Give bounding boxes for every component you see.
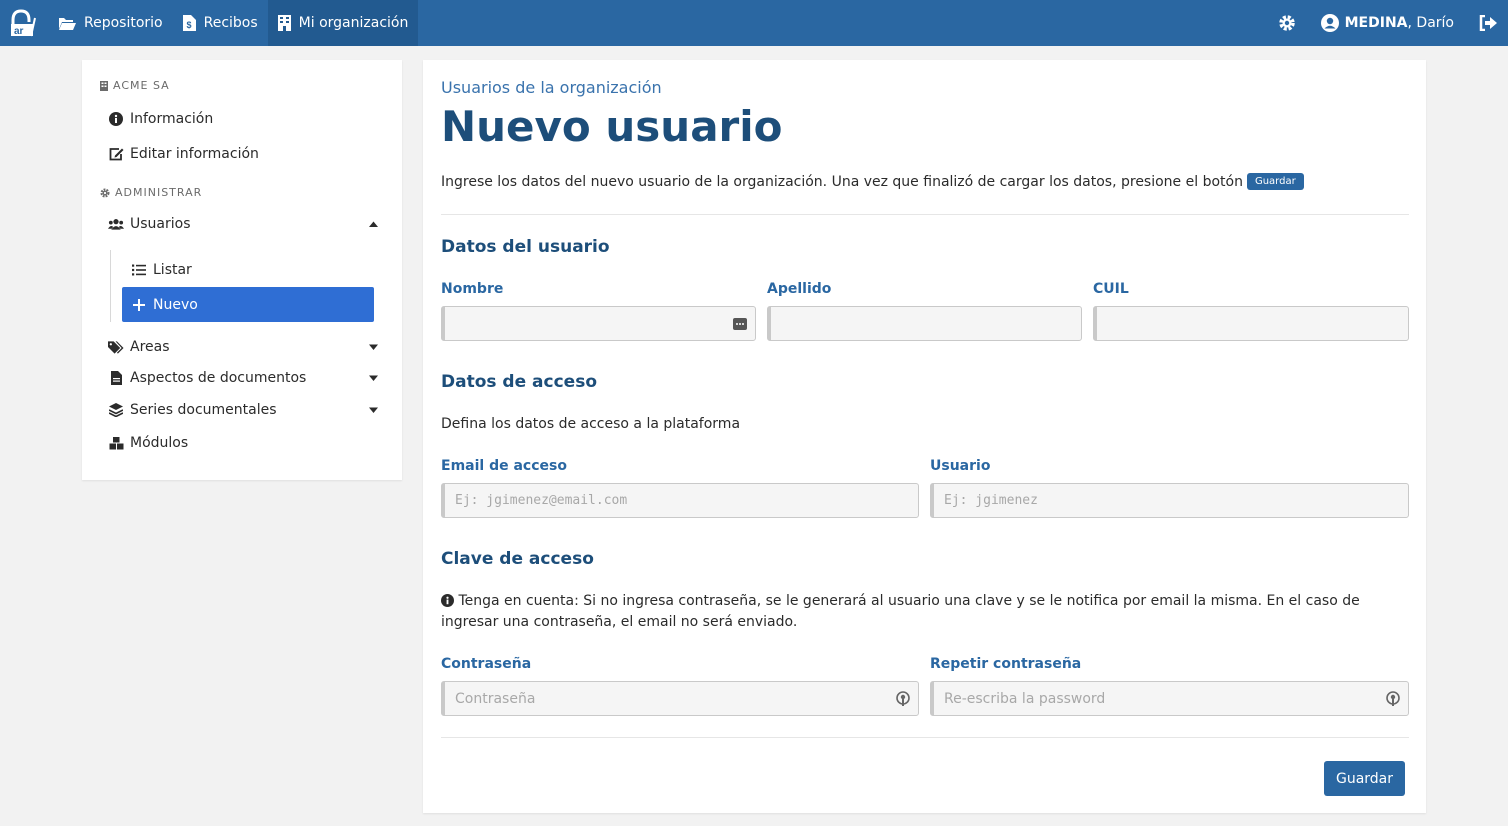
password-label: Contraseña bbox=[441, 656, 532, 672]
nav-recibos[interactable]: $ Recibos bbox=[173, 0, 268, 46]
page-title: Nuevo usuario bbox=[441, 102, 783, 151]
user-circle-icon bbox=[1320, 14, 1339, 32]
sidebar-item-label: Aspectos de documentos bbox=[130, 370, 307, 386]
user-firstname: , Darío bbox=[1407, 15, 1454, 31]
tags-icon bbox=[108, 340, 124, 354]
nombre-label: Nombre bbox=[441, 281, 504, 297]
divider bbox=[441, 737, 1409, 738]
cuil-input[interactable] bbox=[1093, 306, 1409, 341]
sidebar-subitem-label: Nuevo bbox=[153, 296, 198, 313]
file-alt-icon bbox=[110, 371, 122, 385]
intro-text: Ingrese los datos del nuevo usuario de l… bbox=[441, 173, 1304, 190]
email-placeholder: Ej: jgimenez@email.com bbox=[455, 493, 628, 508]
nav-label: Repositorio bbox=[84, 15, 163, 31]
building-icon bbox=[277, 15, 291, 31]
sign-out-icon bbox=[1479, 15, 1497, 31]
password-placeholder: Contraseña bbox=[455, 690, 536, 707]
logo-icon: ar bbox=[11, 9, 36, 37]
sidebar-item-series[interactable]: Series documentales bbox=[108, 402, 378, 418]
usuario-label: Usuario bbox=[930, 458, 991, 474]
section-access-title: Datos de acceso bbox=[441, 372, 597, 392]
admin-heading: ADMINISTRAR bbox=[100, 186, 202, 199]
sidebar-subitem-label: Listar bbox=[153, 261, 192, 278]
apellido-label: Apellido bbox=[767, 281, 832, 297]
sidebar-item-label: Usuarios bbox=[130, 216, 191, 232]
gear-icon bbox=[100, 187, 110, 198]
sidebar-item-informacion[interactable]: Información bbox=[108, 111, 378, 127]
file-invoice-dollar-icon: $ bbox=[182, 15, 196, 31]
plus-icon bbox=[133, 298, 145, 311]
caret-down-icon bbox=[369, 375, 378, 381]
nav-mi-organizacion[interactable]: Mi organización bbox=[267, 0, 419, 46]
intro-label: Ingrese los datos del nuevo usuario de l… bbox=[441, 173, 1243, 190]
password-note: Tenga en cuenta: Si no ingresa contraseñ… bbox=[441, 591, 1413, 633]
sidebar-item-editar[interactable]: Editar información bbox=[108, 146, 378, 162]
sidebar-item-label: Editar información bbox=[130, 146, 259, 162]
save-button[interactable]: Guardar bbox=[1324, 761, 1405, 796]
cuil-label: CUIL bbox=[1093, 281, 1129, 297]
layer-group-icon bbox=[109, 403, 123, 417]
user-lastname: MEDINA bbox=[1344, 15, 1408, 31]
sidebar-item-label: Módulos bbox=[130, 435, 189, 451]
sidebar-subitem-listar[interactable]: Listar bbox=[122, 252, 374, 287]
sidebar-item-label: Información bbox=[130, 111, 214, 127]
org-heading: ACME SA bbox=[100, 79, 170, 92]
password-key-icon[interactable] bbox=[1386, 690, 1400, 707]
repeat-password-placeholder: Re-escriba la password bbox=[944, 690, 1106, 707]
sidebar-subitem-nuevo[interactable]: Nuevo bbox=[122, 287, 374, 322]
autofill-icon[interactable] bbox=[733, 317, 747, 330]
folder-open-icon bbox=[59, 18, 76, 30]
password-field[interactable]: Contraseña bbox=[441, 681, 919, 716]
section-password-title: Clave de acceso bbox=[441, 549, 594, 569]
sidebar-item-usuarios[interactable]: Usuarios bbox=[108, 216, 378, 232]
cubes-icon bbox=[109, 436, 123, 449]
list-icon bbox=[132, 264, 146, 275]
building-icon bbox=[100, 80, 108, 91]
main-card: Usuarios de la organización Nuevo usuari… bbox=[423, 60, 1426, 813]
divider bbox=[441, 214, 1409, 215]
page-subtitle: Usuarios de la organización bbox=[441, 78, 662, 97]
sidebar-item-areas[interactable]: Areas bbox=[108, 339, 378, 355]
users-icon bbox=[108, 218, 124, 230]
org-name: ACME SA bbox=[113, 79, 170, 92]
admin-heading-label: ADMINISTRAR bbox=[115, 186, 203, 199]
apellido-input[interactable] bbox=[767, 306, 1082, 341]
app-logo[interactable]: ar bbox=[0, 0, 48, 46]
email-label: Email de acceso bbox=[441, 458, 567, 474]
intro-save-badge: Guardar bbox=[1246, 173, 1304, 190]
email-field[interactable]: Ej: jgimenez@email.com bbox=[441, 483, 919, 518]
user-menu[interactable]: MEDINA , Darío bbox=[1307, 14, 1468, 32]
caret-down-icon bbox=[369, 344, 378, 350]
info-circle-icon bbox=[109, 112, 123, 126]
sidebar-item-modulos[interactable]: Módulos bbox=[108, 435, 378, 451]
svg-text:$: $ bbox=[186, 20, 191, 30]
password-note-text: Tenga en cuenta: Si no ingresa contraseñ… bbox=[441, 593, 1360, 630]
sidebar-item-aspectos[interactable]: Aspectos de documentos bbox=[108, 370, 378, 386]
nav-label: Mi organización bbox=[298, 15, 409, 31]
nombre-input[interactable] bbox=[441, 306, 756, 341]
usuario-field[interactable]: Ej: jgimenez bbox=[930, 483, 1409, 518]
section-user-title: Datos del usuario bbox=[441, 237, 610, 257]
gear-icon bbox=[1278, 15, 1295, 31]
settings-button[interactable] bbox=[1267, 0, 1307, 46]
submenu-divider bbox=[110, 250, 111, 322]
repeat-password-label: Repetir contraseña bbox=[930, 656, 1082, 672]
sidebar-item-label: Series documentales bbox=[130, 402, 277, 418]
password-key-icon[interactable] bbox=[896, 690, 910, 707]
usuario-placeholder: Ej: jgimenez bbox=[944, 493, 1038, 508]
top-navbar: ar Repositorio $ Recibos Mi organización bbox=[0, 0, 1508, 46]
repeat-password-field[interactable]: Re-escriba la password bbox=[930, 681, 1409, 716]
svg-text:ar: ar bbox=[14, 26, 24, 37]
caret-down-icon bbox=[369, 407, 378, 413]
nav-repositorio[interactable]: Repositorio bbox=[48, 0, 173, 46]
logout-button[interactable] bbox=[1468, 0, 1508, 46]
caret-up-icon bbox=[369, 221, 378, 227]
nav-label: Recibos bbox=[203, 15, 258, 31]
edit-icon bbox=[109, 148, 123, 161]
info-circle-icon bbox=[441, 594, 454, 607]
sidebar-item-label: Areas bbox=[130, 339, 170, 355]
access-description: Defina los datos de acceso a la platafor… bbox=[441, 416, 741, 432]
